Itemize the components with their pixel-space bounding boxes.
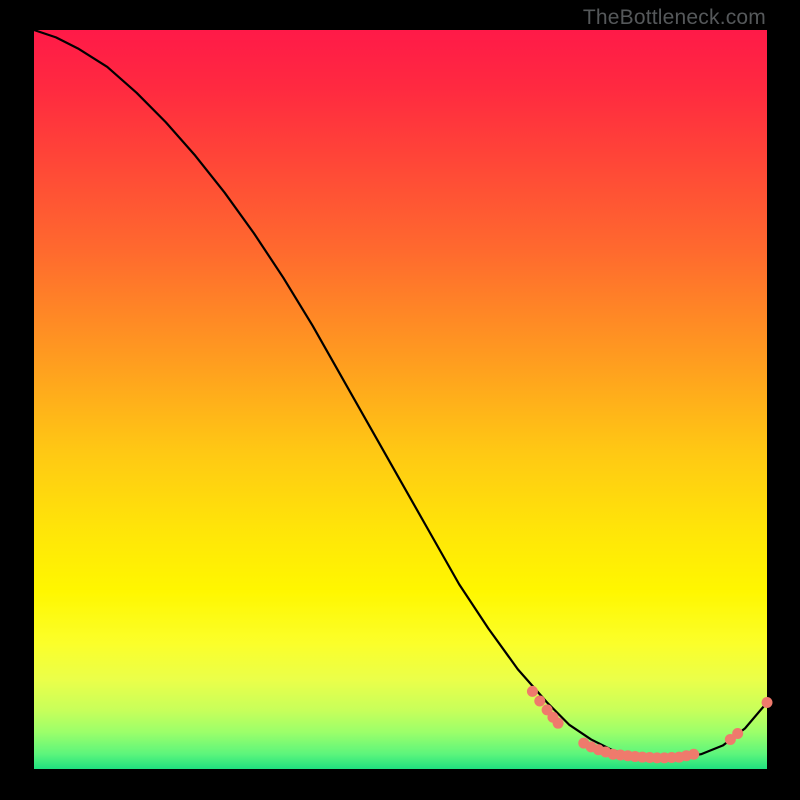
chart-overlay [34, 30, 767, 769]
marker-dot [553, 718, 564, 729]
marker-dots [527, 686, 773, 764]
marker-dot [534, 696, 545, 707]
plot-area [34, 30, 767, 769]
chart-stage: TheBottleneck.com [0, 0, 800, 800]
marker-dot [527, 686, 538, 697]
curve-path [34, 30, 767, 758]
watermark-text: TheBottleneck.com [583, 6, 766, 30]
marker-dot [688, 749, 699, 760]
marker-dot [732, 728, 743, 739]
marker-dot [762, 697, 773, 708]
